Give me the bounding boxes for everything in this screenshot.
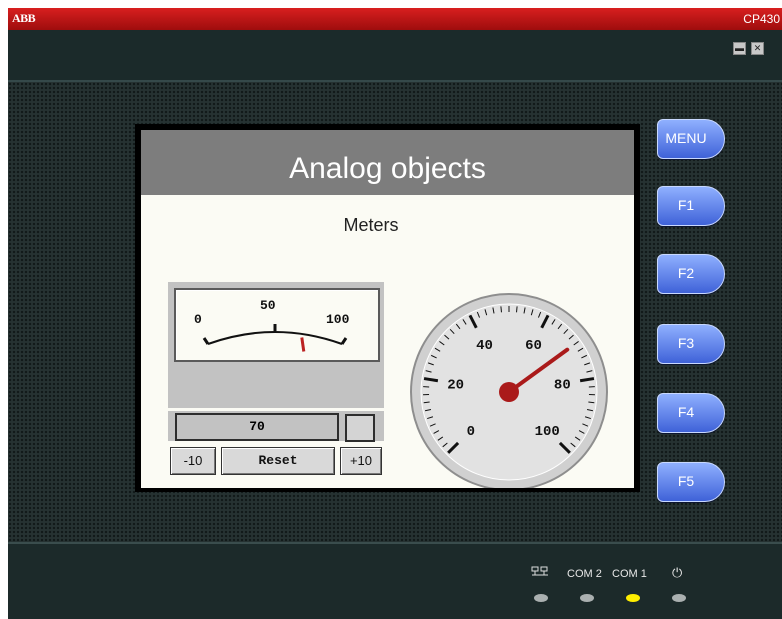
meters-heading: Meters xyxy=(141,215,601,236)
linear-meter-needle xyxy=(302,337,304,351)
linear-meter: 0 50 100 xyxy=(174,288,380,362)
f2-key-label: F2 xyxy=(657,254,715,292)
minimize-icon: ▬ xyxy=(735,43,744,53)
status-footer: COM 2 COM 1 ⏻ xyxy=(8,542,782,619)
close-icon: ✕ xyxy=(754,43,762,53)
power-icon: ⏻ xyxy=(672,565,682,581)
top-bezel: ▬ ✕ xyxy=(8,30,782,82)
title-bar: ABB CP430 xyxy=(8,8,782,30)
f2-key[interactable]: F2 xyxy=(657,254,731,294)
com2-led xyxy=(580,594,594,602)
round-gauge: 0 20 40 60 80 100 xyxy=(409,292,609,488)
f4-key[interactable]: F4 xyxy=(657,393,731,433)
minimize-button[interactable]: ▬ xyxy=(733,42,746,55)
f1-key-label: F1 xyxy=(657,186,715,224)
f3-key-label: F3 xyxy=(657,324,715,362)
meter-scale xyxy=(176,290,378,360)
f4-key-label: F4 xyxy=(657,393,715,431)
indicator-box xyxy=(345,414,375,442)
model-label: CP430 xyxy=(743,12,780,26)
gauge-hub xyxy=(499,382,519,402)
gauge-label-80: 80 xyxy=(554,378,571,394)
com1-label: COM 1 xyxy=(612,568,647,580)
f3-key[interactable]: F3 xyxy=(657,324,731,364)
brand-logo: ABB xyxy=(12,11,35,26)
gauge-tick xyxy=(517,306,518,312)
power-led xyxy=(672,594,686,602)
reset-button[interactable]: Reset xyxy=(221,447,335,475)
menu-key-label: MENU xyxy=(657,119,715,157)
increment-10-button[interactable]: +10 xyxy=(340,447,382,475)
gauge-label-40: 40 xyxy=(476,338,493,354)
network-icon xyxy=(531,566,549,578)
f1-key[interactable]: F1 xyxy=(657,186,731,226)
close-button[interactable]: ✕ xyxy=(751,42,764,55)
network-led xyxy=(534,594,548,602)
hmi-screen: Analog objects Meters 0 50 100 70 -10 Re… xyxy=(141,130,634,488)
f5-key-label: F5 xyxy=(657,462,715,500)
hmi-device: ABB CP430 ▬ ✕ Analog objects Meters 0 50… xyxy=(8,8,782,617)
value-display: 70 xyxy=(175,413,339,441)
decrement-10-button[interactable]: -10 xyxy=(170,447,216,475)
gauge-label-60: 60 xyxy=(525,338,542,354)
f5-key[interactable]: F5 xyxy=(657,462,731,502)
gauge-tick xyxy=(501,306,502,312)
com2-label: COM 2 xyxy=(567,568,602,580)
gauge-label-0: 0 xyxy=(467,424,475,440)
screen-title: Analog objects xyxy=(141,130,634,195)
gauge-label-20: 20 xyxy=(447,378,464,394)
com1-led xyxy=(626,594,640,602)
menu-key[interactable]: MENU xyxy=(657,119,731,159)
gauge-label-100: 100 xyxy=(535,424,560,440)
